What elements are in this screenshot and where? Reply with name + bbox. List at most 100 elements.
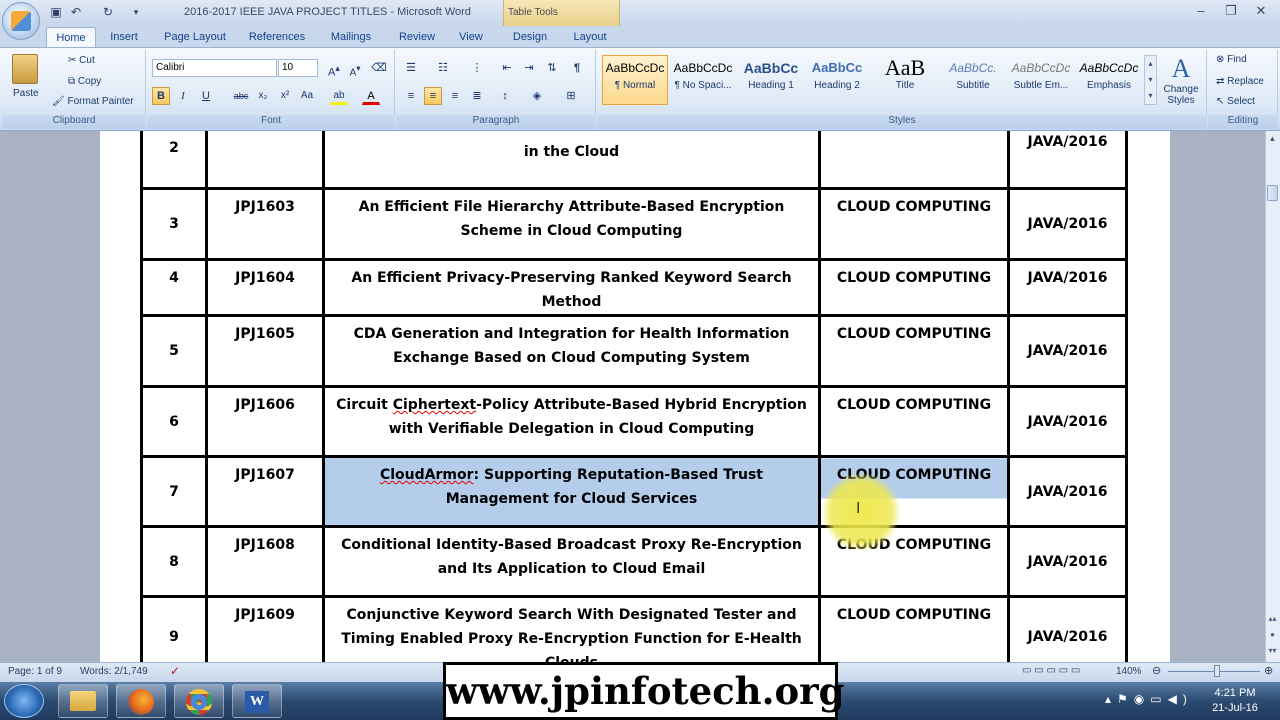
sort-icon[interactable]: ⇅ — [543, 59, 561, 77]
multilevel-list-icon[interactable]: ⋮ — [468, 59, 486, 77]
find-button[interactable]: ⊗ Find — [1216, 54, 1247, 65]
vertical-scrollbar[interactable] — [1265, 131, 1280, 662]
strikethrough-icon[interactable]: abc — [232, 87, 250, 105]
word-taskbar-icon[interactable]: W — [232, 684, 282, 718]
title-cell-selected[interactable]: CloudArmor: Supporting Reputation-Based … — [322, 455, 821, 528]
underline-icon[interactable]: U — [197, 87, 215, 105]
lang-cell[interactable]: JAVA/2016 — [1007, 455, 1128, 528]
styles-scroll-icon[interactable]: ▴ ▾ ▾ — [1144, 55, 1157, 105]
borders-icon[interactable]: ⊞ — [562, 87, 580, 105]
page-count[interactable]: Page: 1 of 9 — [8, 666, 62, 677]
lang-cell[interactable]: JAVA/2016 — [1007, 131, 1128, 190]
close-button[interactable]: ✕ — [1248, 2, 1274, 20]
replace-button[interactable]: ⇄ Replace — [1216, 76, 1264, 87]
tab-mailings[interactable]: Mailings — [322, 27, 380, 47]
zoom-slider-thumb[interactable] — [1214, 665, 1220, 677]
change-styles-button[interactable]: A Change Styles — [1162, 54, 1200, 110]
cut-button[interactable]: ✂ Cut — [68, 55, 95, 66]
start-button[interactable] — [4, 684, 44, 718]
paste-button-label[interactable]: Paste — [13, 88, 39, 99]
shrink-font-icon[interactable]: A▾ — [346, 59, 364, 78]
view-buttons-icon[interactable]: ▭ ▭ ▭ ▭ ▭ — [1022, 665, 1112, 679]
shading-icon[interactable]: ◈ — [528, 87, 546, 105]
paste-icon[interactable] — [12, 54, 38, 84]
bullets-icon[interactable]: ☰ — [402, 59, 420, 77]
subscript-icon[interactable]: x₂ — [254, 87, 272, 105]
style-subtitle[interactable]: AaBbCc. Subtitle — [940, 55, 1006, 105]
table-row[interactable]: 9 JPJ1609 Conjunctive Keyword Search Wit… — [140, 595, 1128, 662]
scroll-thumb[interactable] — [1267, 185, 1278, 201]
style-no-spacing[interactable]: AaBbCcDc ¶ No Spaci... — [670, 55, 736, 105]
style-title[interactable]: AaB Title — [872, 55, 938, 105]
tab-design[interactable]: Design — [506, 27, 554, 47]
clear-formatting-icon[interactable]: ⌫ — [370, 59, 388, 77]
chrome-taskbar-icon[interactable] — [174, 684, 224, 718]
font-name-combo[interactable]: Calibri — [152, 59, 277, 77]
increase-indent-icon[interactable]: ⇥ — [520, 59, 538, 77]
align-center-icon[interactable]: ≡ — [424, 87, 442, 105]
table-row[interactable]: 2 in the Cloud JAVA/2016 — [140, 131, 1128, 190]
title-cell[interactable]: Circuit Ciphertext-Policy Attribute-Base… — [322, 385, 821, 458]
font-color-icon[interactable]: A — [362, 87, 380, 105]
code-cell[interactable]: JPJ1608 — [205, 525, 325, 598]
tab-references[interactable]: References — [244, 27, 310, 47]
tab-page-layout[interactable]: Page Layout — [158, 27, 232, 47]
tray-icons[interactable]: ▴⚑◉▭◀) — [1105, 692, 1193, 706]
lang-cell[interactable]: JAVA/2016 — [1007, 595, 1128, 662]
undo-icon[interactable]: ↶ — [68, 4, 84, 20]
word-count[interactable]: Words: 2/1,749 — [80, 666, 148, 677]
table-row[interactable]: 5 JPJ1605 CDA Generation and Integration… — [140, 314, 1128, 388]
code-cell[interactable] — [205, 131, 325, 190]
code-cell[interactable]: JPJ1607 — [205, 455, 325, 528]
domain-cell-selected[interactable]: CLOUD COMPUTING — [818, 455, 1010, 528]
code-cell[interactable]: JPJ1604 — [205, 258, 325, 317]
code-cell[interactable]: JPJ1609 — [205, 595, 325, 662]
font-size-combo[interactable]: 10 — [278, 59, 318, 77]
decrease-indent-icon[interactable]: ⇤ — [498, 59, 516, 77]
superscript-icon[interactable]: x² — [276, 87, 294, 105]
code-cell[interactable]: JPJ1606 — [205, 385, 325, 458]
table-row[interactable]: 4 JPJ1604 An Efficient Privacy-Preservin… — [140, 258, 1128, 317]
domain-cell[interactable] — [818, 131, 1010, 190]
select-button[interactable]: ↖ Select — [1216, 96, 1255, 107]
sno-cell[interactable]: 2 — [140, 131, 208, 190]
tab-layout[interactable]: Layout — [566, 27, 614, 47]
grow-font-icon[interactable]: A▴ — [325, 59, 343, 79]
sno-cell[interactable]: 4 — [140, 258, 208, 317]
lang-cell[interactable]: JAVA/2016 — [1007, 385, 1128, 458]
style-heading-2[interactable]: AaBbCc Heading 2 — [804, 55, 870, 105]
scroll-up-icon[interactable]: ▲ — [1266, 132, 1279, 146]
title-cell[interactable]: Conjunctive Keyword Search With Designat… — [322, 595, 821, 662]
numbering-icon[interactable]: ☷ — [434, 59, 452, 77]
line-spacing-icon[interactable]: ↕ — [496, 87, 514, 105]
zoom-out-icon[interactable]: ⊖ — [1152, 664, 1161, 677]
redo-icon[interactable]: ↻ — [100, 4, 116, 20]
title-cell[interactable]: in the Cloud — [322, 131, 821, 190]
style-subtle-emphasis[interactable]: AaBbCcDc Subtle Em... — [1008, 55, 1074, 105]
sno-cell[interactable]: 8 — [140, 525, 208, 598]
title-cell[interactable]: CDA Generation and Integration for Healt… — [322, 314, 821, 388]
sno-cell[interactable]: 7 — [140, 455, 208, 528]
domain-cell[interactable]: CLOUD COMPUTING — [818, 525, 1010, 598]
change-case-icon[interactable]: Aa — [298, 87, 316, 105]
tab-insert[interactable]: Insert — [100, 27, 148, 47]
sno-cell[interactable]: 3 — [140, 187, 208, 261]
justify-icon[interactable]: ≣ — [468, 87, 486, 105]
copy-button[interactable]: ⧉ Copy — [68, 76, 101, 87]
tab-home[interactable]: Home — [46, 27, 96, 47]
domain-cell[interactable]: CLOUD COMPUTING — [818, 258, 1010, 317]
tab-view[interactable]: View — [452, 27, 490, 47]
lang-cell[interactable]: JAVA/2016 — [1007, 187, 1128, 261]
table-row[interactable]: 3 JPJ1603 An Efficient File Hierarchy At… — [140, 187, 1128, 261]
proofing-icon[interactable]: ✓ — [170, 664, 180, 678]
table-row[interactable]: 8 JPJ1608 Conditional Identity-Based Bro… — [140, 525, 1128, 598]
project-titles-table[interactable]: 2 in the Cloud JAVA/2016 3 JPJ1603 An Ef… — [140, 131, 1128, 662]
code-cell[interactable]: JPJ1605 — [205, 314, 325, 388]
style-emphasis[interactable]: AaBbCcDc Emphasis — [1076, 55, 1142, 105]
title-cell[interactable]: An Efficient File Hierarchy Attribute-Ba… — [322, 187, 821, 261]
zoom-in-icon[interactable]: ⊕ — [1264, 664, 1273, 677]
highlight-icon[interactable]: ab — [330, 87, 348, 105]
title-cell[interactable]: An Efficient Privacy-Preserving Ranked K… — [322, 258, 821, 317]
bold-icon[interactable]: B — [152, 87, 170, 105]
lang-cell[interactable]: JAVA/2016 — [1007, 258, 1128, 317]
